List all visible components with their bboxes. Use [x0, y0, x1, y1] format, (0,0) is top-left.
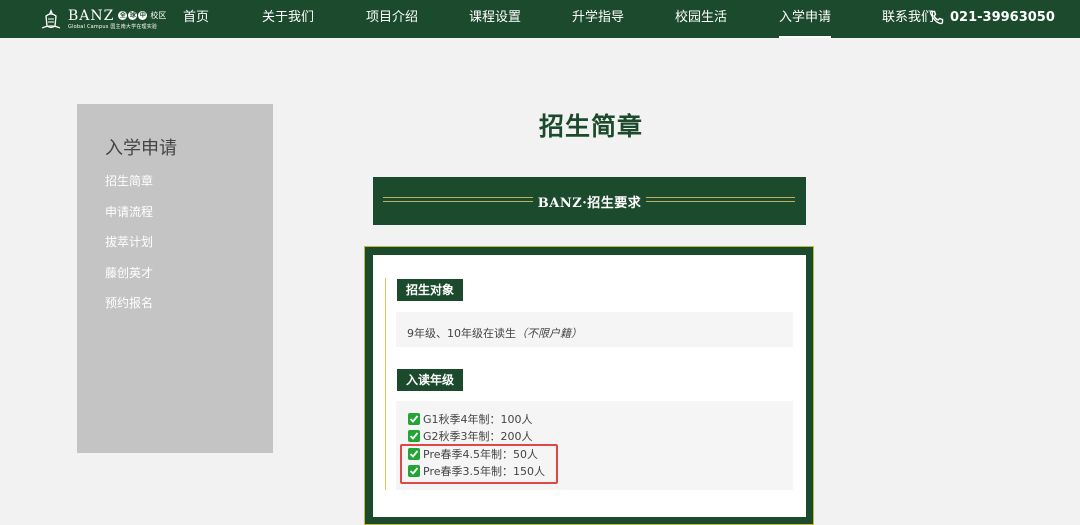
grade-item: G2秋季3年制：200人 — [408, 428, 533, 444]
highlight-annotation — [400, 444, 558, 484]
sidebar-title: 入学申请 — [105, 138, 177, 159]
grade-item: G1秋季4年制：100人 — [408, 411, 533, 427]
section-tag-grades: 入读年级 — [397, 369, 464, 391]
logo-dot: 全 — [118, 11, 128, 20]
logo-brand: BANZ — [68, 7, 115, 24]
requirements-banner: BANZ·招生要求 — [373, 177, 806, 225]
nav-item-admissions[interactable]: 入学申请 — [779, 0, 832, 38]
phone-number[interactable]: 021-39963050 — [950, 0, 1055, 36]
nav-item-about[interactable]: 关于我们 — [262, 0, 314, 38]
logo-tagline-en: Global Campus — [68, 23, 109, 30]
eligibility-box: 9年级、10年级在读生（不限户籍） — [396, 312, 793, 347]
sidebar: 入学申请 招生简章 申请流程 拔萃计划 藤创英才 预约报名 — [77, 104, 273, 453]
sidebar-item-application-process[interactable]: 申请流程 — [105, 203, 153, 220]
logo[interactable]: BANZ 全 球 中 校区 Global Campus 国主南大学在理实验 — [38, 6, 166, 32]
nav-item-curriculum[interactable]: 课程设置 — [469, 0, 521, 38]
sidebar-item-brochure[interactable]: 招生简章 — [105, 172, 153, 189]
top-nav: BANZ 全 球 中 校区 Global Campus 国主南大学在理实验 首页… — [0, 0, 1080, 38]
logo-campus: 校区 — [150, 10, 167, 20]
logo-tagline-cn: 国主南大学在理实验 — [110, 23, 158, 30]
nav-item-campus-life[interactable]: 校园生活 — [675, 0, 727, 38]
logo-dot: 中 — [138, 11, 148, 20]
page-title: 招生简章 — [539, 112, 644, 141]
sidebar-item-excellence-program[interactable]: 拔萃计划 — [105, 233, 153, 250]
grade-label: G1秋季4年制：100人 — [423, 413, 533, 426]
nav-item-college-counseling[interactable]: 升学指导 — [572, 0, 624, 38]
nav-item-programs[interactable]: 项目介绍 — [366, 0, 418, 38]
phone-icon — [929, 10, 944, 25]
banner-title: BANZ·招生要求 — [532, 196, 647, 211]
nav-item-contact[interactable]: 联系我们 — [882, 0, 934, 38]
sidebar-item-registration[interactable]: 预约报名 — [105, 294, 153, 311]
grade-label: G2秋季3年制：200人 — [423, 430, 533, 443]
timeline-line — [385, 278, 386, 490]
sidebar-item-ivy-talent[interactable]: 藤创英才 — [105, 264, 153, 281]
checkmark-icon — [408, 413, 420, 425]
nav-item-home[interactable]: 首页 — [183, 0, 209, 38]
eligibility-text: 9年级、10年级在读生 — [407, 327, 516, 340]
logo-emblem-icon — [38, 6, 64, 32]
section-tag-eligibility: 招生对象 — [397, 279, 464, 301]
eligibility-note: （不限户籍） — [516, 327, 582, 340]
checkmark-icon — [408, 430, 420, 442]
logo-dot: 球 — [128, 11, 138, 20]
